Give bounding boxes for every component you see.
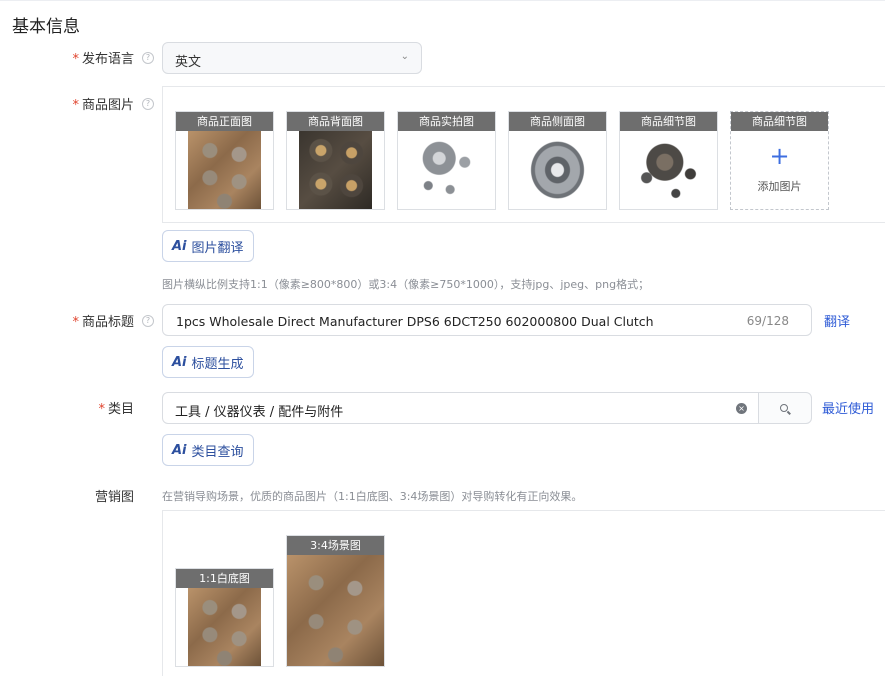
ai-icon: Ai (172, 442, 187, 458)
product-photo (632, 131, 705, 209)
marketing-image-square[interactable]: 1:1白底图 (175, 568, 274, 667)
ai-icon: Ai (172, 354, 187, 370)
category-query-button[interactable]: Ai 类目查询 (162, 434, 254, 466)
search-icon (780, 404, 788, 412)
category-query-label: 类目查询 (191, 444, 244, 460)
product-image-detail[interactable]: 商品细节图 (619, 111, 718, 210)
character-count: 69/128 (746, 314, 789, 328)
plus-icon: + (769, 142, 790, 170)
language-select-value: 英文 (175, 55, 202, 70)
language-label: * 发布语言 (72, 48, 134, 67)
section-title: 基本信息 (12, 17, 80, 37)
translate-link[interactable]: 翻译 (824, 311, 850, 330)
image-hint: 图片横纵比例支持1:1（像素≥800*800）或3:4（像素≥750*1000）… (162, 278, 650, 291)
image-caption: 商品侧面图 (509, 112, 606, 131)
product-image-side[interactable]: 商品侧面图 (508, 111, 607, 210)
help-icon[interactable]: ? (142, 98, 154, 110)
category-search-button[interactable] (758, 392, 812, 424)
marketing-images-panel: 1:1白底图 3:4场景图 (162, 510, 885, 676)
marketing-label: 营销图 (94, 490, 134, 505)
product-images-label-text: 商品图片 (81, 98, 134, 113)
category-label: * 类目 (98, 398, 134, 417)
product-title-label: * 商品标题 (72, 311, 134, 330)
product-images-panel: 商品正面图 商品背面图 商品实拍图 商品侧面图 商品细节图 商品细节图 + 添加… (162, 86, 885, 223)
language-select[interactable]: 英文 ⌄ (162, 42, 422, 74)
image-caption: 商品实拍图 (398, 112, 495, 131)
image-translate-button[interactable]: Ai 图片翻译 (162, 230, 254, 262)
add-image-text: 添加图片 (757, 180, 802, 193)
image-caption: 商品背面图 (287, 112, 384, 131)
top-divider (0, 0, 885, 1)
product-title-input[interactable]: 1pcs Wholesale Direct Manufacturer DPS6 … (162, 304, 812, 336)
required-mark: * (98, 402, 105, 417)
image-caption: 商品细节图 (620, 112, 717, 131)
chevron-down-icon: ⌄ (400, 51, 409, 62)
clear-icon[interactable]: × (736, 403, 747, 414)
product-title-value: 1pcs Wholesale Direct Manufacturer DPS6 … (176, 314, 654, 329)
title-generate-label: 标题生成 (191, 356, 244, 372)
required-mark: * (72, 315, 79, 330)
help-icon[interactable]: ? (142, 52, 154, 64)
product-photo (410, 131, 483, 209)
category-label-text: 类目 (107, 402, 134, 417)
product-photo (521, 131, 594, 209)
help-icon[interactable]: ? (142, 315, 154, 327)
image-caption: 3:4场景图 (287, 536, 384, 555)
image-caption: 商品细节图 (731, 112, 828, 131)
marketing-image-scene[interactable]: 3:4场景图 (286, 535, 385, 667)
required-mark: * (72, 98, 79, 113)
product-photo (287, 555, 384, 666)
ai-icon: Ai (172, 238, 187, 254)
product-photo (299, 131, 372, 209)
product-title-label-text: 商品标题 (81, 315, 134, 330)
add-image-slot[interactable]: 商品细节图 + 添加图片 (730, 111, 829, 210)
image-caption: 商品正面图 (176, 112, 273, 131)
image-translate-label: 图片翻译 (191, 240, 244, 256)
product-image-back[interactable]: 商品背面图 (286, 111, 385, 210)
product-images-label: * 商品图片 (72, 94, 134, 113)
product-image-front[interactable]: 商品正面图 (175, 111, 274, 210)
recent-use-link[interactable]: 最近使用 (822, 398, 874, 417)
product-photo (188, 588, 261, 666)
product-image-real[interactable]: 商品实拍图 (397, 111, 496, 210)
title-generate-button[interactable]: Ai 标题生成 (162, 346, 254, 378)
category-input[interactable]: 工具 / 仪器仪表 / 配件与附件 × (162, 392, 759, 424)
required-mark: * (72, 52, 79, 67)
product-photo (188, 131, 261, 209)
language-label-text: 发布语言 (81, 52, 134, 67)
image-caption: 1:1白底图 (176, 569, 273, 588)
category-value: 工具 / 仪器仪表 / 配件与附件 (175, 405, 344, 420)
marketing-hint: 在营销导购场景，优质的商品图片（1:1白底图、3:4场景图）对导购转化有正向效果… (162, 490, 583, 503)
